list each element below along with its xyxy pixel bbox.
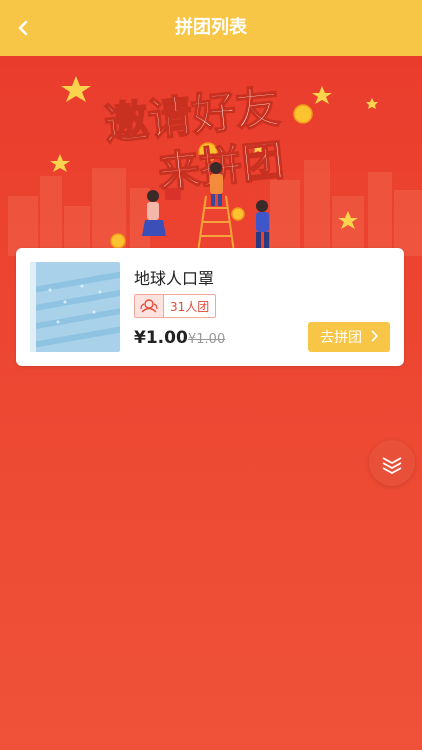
group-price: ¥1.00 (134, 328, 188, 348)
group-buy-item-card[interactable]: 地球人口罩 31人团 ¥1.00 ¥1.00 去拼团 (16, 248, 404, 366)
floating-menu-button[interactable] (369, 440, 415, 486)
group-size-label: 31人团 (170, 299, 210, 314)
product-name: 地球人口罩 (134, 269, 215, 288)
chevron-right-icon (370, 328, 379, 346)
product-thumbnail (30, 262, 120, 352)
group-buy-list-page: 拼团列表 邀请好友 地球人口罩 31人团 ¥1.00 ¥1.00 去拼团 (0, 0, 422, 750)
group-people-icon (135, 295, 164, 317)
join-group-label: 去拼团 (320, 330, 362, 346)
original-price: ¥1.00 (188, 332, 226, 347)
layers-icon (382, 457, 402, 474)
join-group-button[interactable]: 去拼团 (308, 322, 390, 352)
banner-illustration: 邀请好友 来拼团 (8, 76, 422, 256)
invite-banner: 邀请好友 来拼团 (0, 56, 422, 256)
group-size-badge: 31人团 (134, 294, 217, 318)
header-bar: 拼团列表 (0, 0, 422, 56)
page-title: 拼团列表 (175, 17, 247, 38)
